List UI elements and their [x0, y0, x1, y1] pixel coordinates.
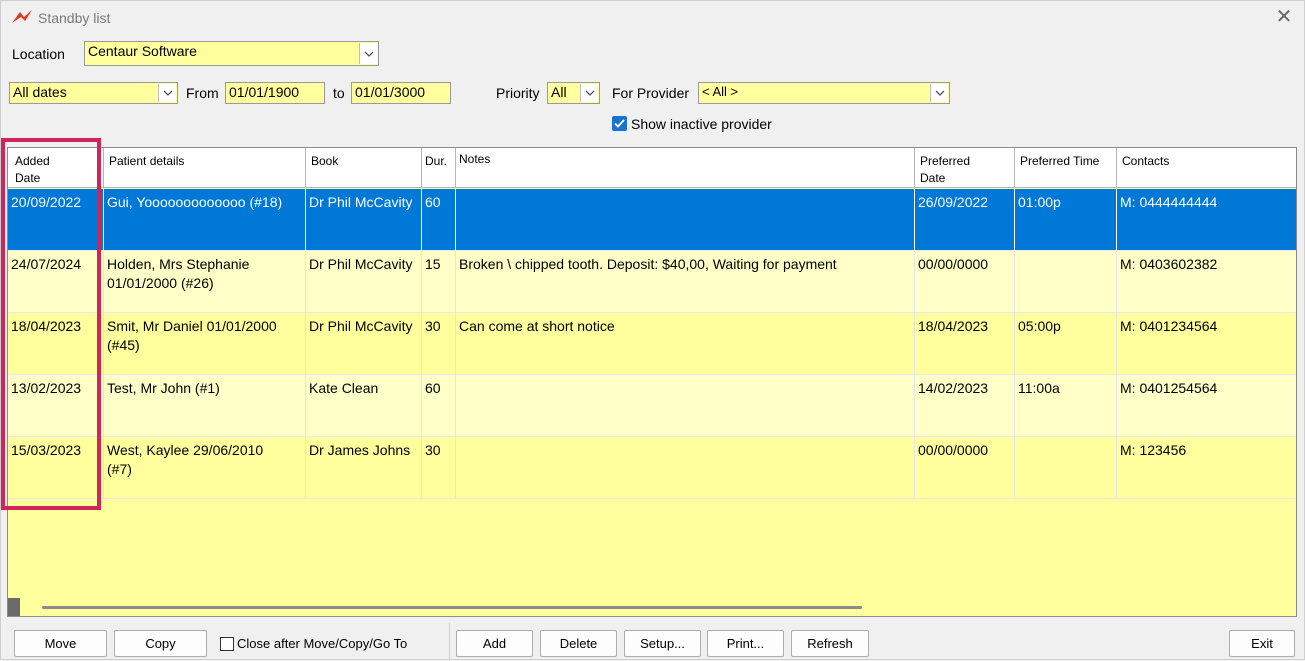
cell-patient: Gui, Yooooooooooooo (#18)	[104, 189, 306, 251]
cell-book: Dr Phil McCavity	[306, 313, 422, 375]
refresh-button[interactable]: Refresh	[791, 630, 869, 657]
table-row[interactable]: 24/07/2024 Holden, Mrs Stephanie 01/01/2…	[8, 251, 1296, 313]
header-book[interactable]: Book	[306, 148, 422, 188]
show-inactive-checkbox[interactable]	[612, 116, 627, 131]
cell-added-date: 15/03/2023	[8, 437, 104, 499]
window-title: Standby list	[38, 10, 111, 26]
header-duration[interactable]: Dur.	[422, 148, 456, 188]
to-date-input[interactable]: 01/01/3000	[351, 82, 451, 104]
cell-preferred-date: 00/00/0000	[915, 251, 1015, 313]
table-row[interactable]: 13/02/2023 Test, Mr John (#1) Kate Clean…	[8, 375, 1296, 437]
cell-contacts: M: 0401234564	[1120, 318, 1218, 334]
cell-preferred-date: 26/09/2022	[915, 189, 1015, 251]
cell-preferred-time	[1015, 437, 1117, 499]
chevron-down-icon	[930, 84, 948, 102]
setup-button[interactable]: Setup...	[624, 630, 701, 657]
cell-duration: 15	[422, 251, 456, 313]
priority-label: Priority	[496, 85, 540, 101]
provider-value: < All >	[702, 84, 739, 99]
cell-patient: Smit, Mr Daniel 01/01/2000 (#45)	[104, 313, 306, 375]
table-row[interactable]: 18/04/2023 Smit, Mr Daniel 01/01/2000 (#…	[8, 313, 1296, 375]
header-notes[interactable]: Notes	[456, 148, 915, 188]
date-range-dropdown[interactable]: All dates	[9, 82, 178, 104]
cell-added-date: 20/09/2022	[8, 189, 104, 251]
to-label: to	[333, 85, 345, 101]
header-preferred-date[interactable]: Preferred Date	[915, 148, 1015, 188]
exit-button[interactable]: Exit	[1229, 630, 1295, 657]
cell-added-date: 24/07/2024	[8, 251, 104, 313]
close-after-label: Close after Move/Copy/Go To	[237, 636, 408, 651]
header-added-date[interactable]: Added Date	[8, 148, 104, 188]
cell-notes	[456, 437, 915, 499]
cell-book: Kate Clean	[306, 375, 422, 437]
delete-button[interactable]: Delete	[540, 630, 617, 657]
cell-patient: Holden, Mrs Stephanie 01/01/2000 (#26)	[104, 251, 306, 313]
cell-contacts: M: 0403602382	[1120, 256, 1218, 272]
chevron-down-icon	[580, 84, 598, 102]
header-contacts[interactable]: Contacts	[1117, 148, 1296, 188]
cell-preferred-time	[1015, 251, 1117, 313]
copy-button[interactable]: Copy	[114, 630, 207, 657]
chevron-down-icon	[359, 43, 377, 64]
move-button[interactable]: Move	[14, 630, 107, 657]
horizontal-scrollbar[interactable]	[8, 598, 1296, 616]
cell-preferred-date: 00/00/0000	[915, 437, 1015, 499]
cell-notes	[456, 189, 915, 251]
provider-dropdown[interactable]: < All >	[698, 82, 950, 104]
header-preferred-time[interactable]: Preferred Time	[1015, 148, 1117, 188]
provider-label: For Provider	[612, 85, 690, 101]
table-row[interactable]: 20/09/2022 Gui, Yooooooooooooo (#18) Dr …	[8, 189, 1296, 251]
cell-preferred-time: 01:00p	[1015, 189, 1117, 251]
cell-contacts: M: 0401254564	[1120, 380, 1218, 396]
cell-patient: West, Kaylee 29/06/2010 (#7)	[104, 437, 306, 499]
from-date-input[interactable]: 01/01/1900	[225, 82, 325, 104]
priority-value: All	[551, 84, 567, 100]
location-label: Location	[12, 46, 65, 62]
scrollbar-track[interactable]	[42, 606, 862, 609]
cell-notes	[456, 375, 915, 437]
close-icon[interactable]: ✕	[1272, 7, 1296, 29]
table-header: Added Date Patient details Book Dur. Not…	[8, 148, 1296, 188]
location-dropdown[interactable]: Centaur Software	[84, 41, 379, 66]
cell-duration: 60	[422, 375, 456, 437]
show-inactive-label: Show inactive provider	[631, 116, 772, 132]
button-divider	[449, 623, 450, 661]
standby-table: Added Date Patient details Book Dur. Not…	[7, 147, 1297, 617]
cell-duration: 30	[422, 313, 456, 375]
cell-duration: 60	[422, 189, 456, 251]
cell-book: Dr Phil McCavity	[306, 251, 422, 313]
table-row[interactable]: 15/03/2023 West, Kaylee 29/06/2010 (#7) …	[8, 437, 1296, 499]
cell-added-date: 13/02/2023	[8, 375, 104, 437]
chevron-down-icon	[158, 84, 176, 102]
app-logo-icon	[12, 10, 32, 23]
cell-preferred-time: 05:00p	[1015, 313, 1117, 375]
title-bar: Standby list ✕	[1, 1, 1304, 35]
close-after-checkbox[interactable]	[220, 637, 234, 651]
header-patient-details[interactable]: Patient details	[104, 148, 306, 188]
cell-book: Dr James Johns	[306, 437, 422, 499]
cell-duration: 30	[422, 437, 456, 499]
add-button[interactable]: Add	[456, 630, 533, 657]
cell-preferred-time: 11:00a	[1015, 375, 1117, 437]
cell-patient: Test, Mr John (#1)	[104, 375, 306, 437]
cell-notes: Broken \ chipped tooth. Deposit: $40,00,…	[456, 251, 915, 313]
location-value: Centaur Software	[88, 43, 197, 59]
cell-preferred-date: 18/04/2023	[915, 313, 1015, 375]
checkmark-icon	[614, 119, 625, 128]
print-button[interactable]: Print...	[707, 630, 784, 657]
date-range-value: All dates	[13, 84, 67, 100]
cell-contacts: M: 0444444444	[1120, 194, 1218, 210]
scrollbar-corner	[8, 598, 20, 616]
cell-preferred-date: 14/02/2023	[915, 375, 1015, 437]
priority-dropdown[interactable]: All	[547, 82, 600, 104]
cell-contacts: M: 123456	[1120, 442, 1187, 458]
from-label: From	[186, 85, 219, 101]
cell-added-date: 18/04/2023	[8, 313, 104, 375]
cell-notes: Can come at short notice	[456, 313, 915, 375]
cell-book: Dr Phil McCavity	[306, 189, 422, 251]
standby-list-window: Standby list ✕ Location Centaur Software…	[0, 0, 1305, 661]
